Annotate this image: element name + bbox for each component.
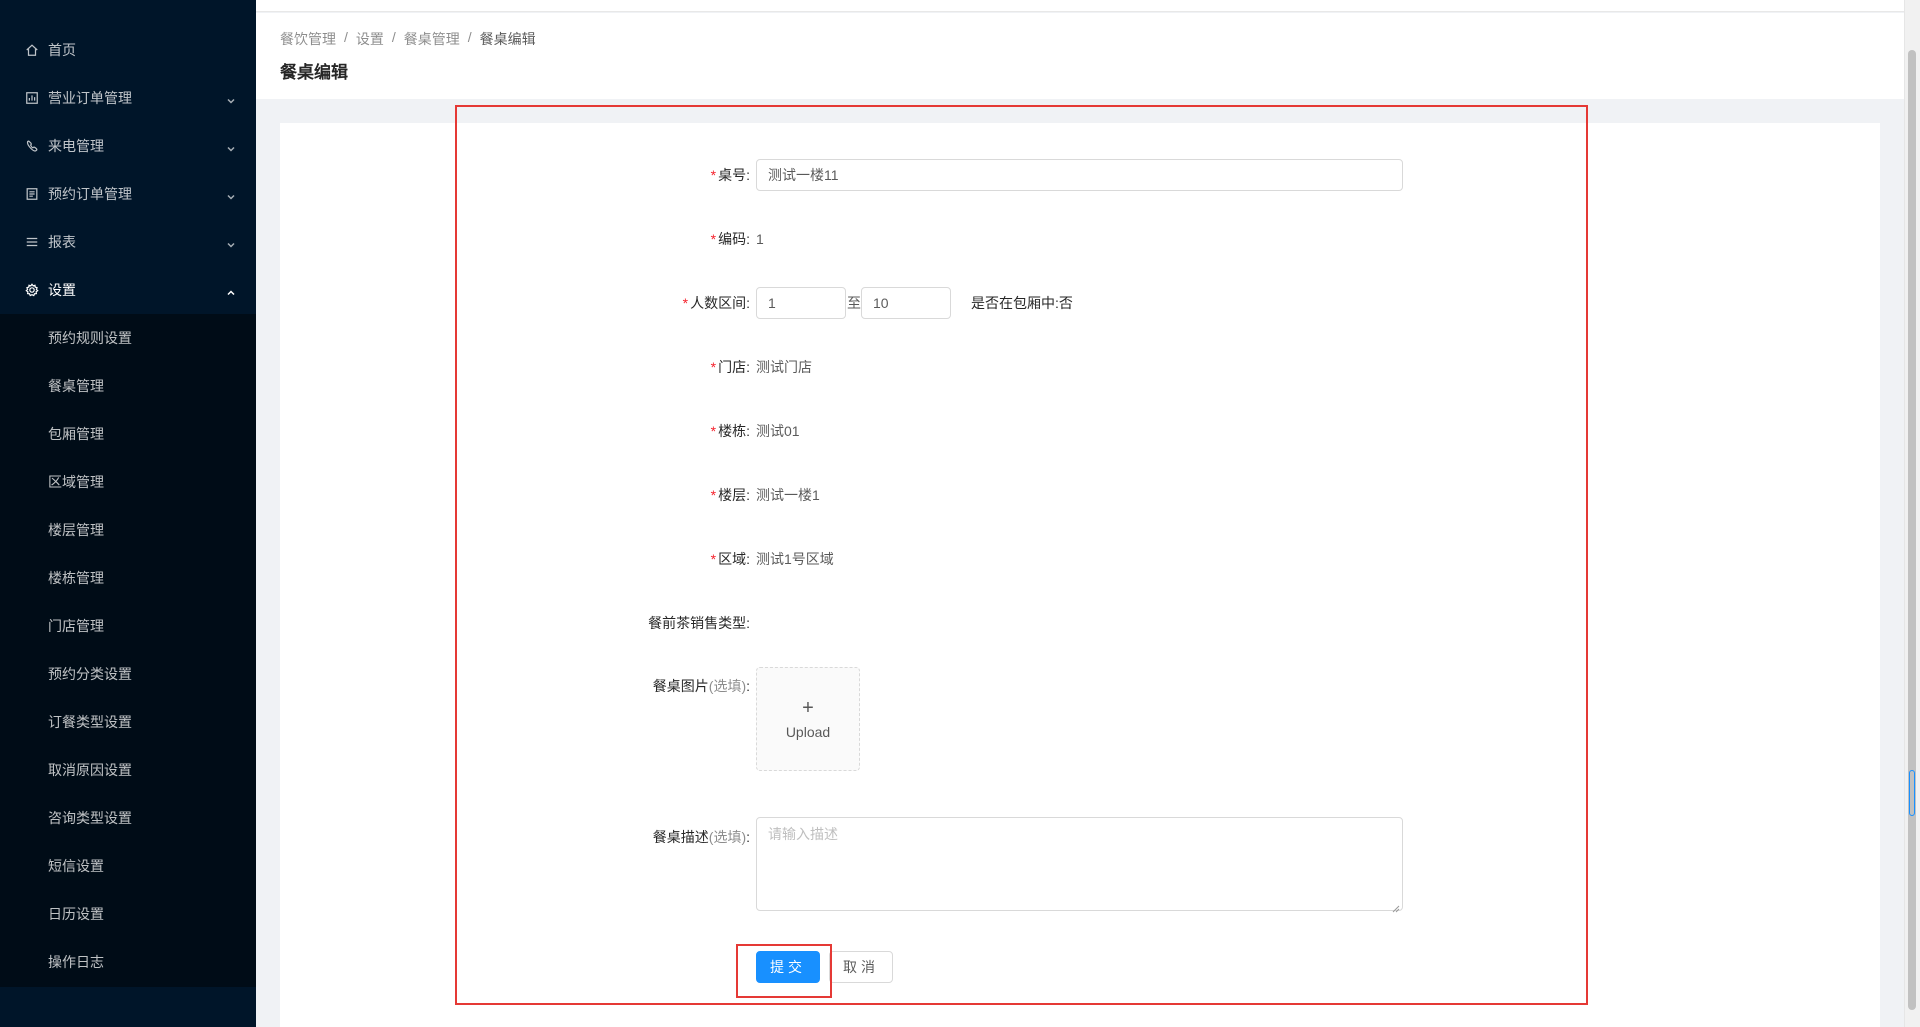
sidebar-item-calls[interactable]: 来电管理 xyxy=(0,122,256,170)
menu-icon xyxy=(24,234,40,250)
sidebar-item-label: 首页 xyxy=(48,42,76,58)
sidebar-subitem-tables[interactable]: 餐桌管理 xyxy=(0,362,256,410)
chevron-down-icon xyxy=(226,237,236,248)
sidebar-subitem-private-rooms[interactable]: 包厢管理 xyxy=(0,410,256,458)
chart-icon xyxy=(24,90,40,106)
sidebar-item-reservations[interactable]: 预约订单管理 xyxy=(0,170,256,218)
home-icon xyxy=(24,42,40,58)
sidebar-item-home[interactable]: 首页 xyxy=(0,26,256,74)
page-title: 餐桌编辑 xyxy=(280,63,348,82)
breadcrumb-item[interactable]: 餐饮管理 xyxy=(280,29,336,49)
breadcrumb-item[interactable]: 设置 xyxy=(356,29,384,49)
sidebar-subitem-buildings[interactable]: 楼栋管理 xyxy=(0,554,256,602)
sidebar-subitem-order-types[interactable]: 订餐类型设置 xyxy=(0,698,256,746)
sidebar-item-settings[interactable]: 设置 xyxy=(0,266,256,314)
breadcrumb: 餐饮管理 / 设置 / 餐桌管理 / 餐桌编辑 xyxy=(280,29,536,49)
sidebar-subitem-cancel-reasons[interactable]: 取消原因设置 xyxy=(0,746,256,794)
breadcrumb-current: 餐桌编辑 xyxy=(479,31,536,47)
phone-icon xyxy=(24,138,40,154)
sidebar-item-reports[interactable]: 报表 xyxy=(0,218,256,266)
sidebar-subitem-reservation-categories[interactable]: 预约分类设置 xyxy=(0,650,256,698)
sidebar-item-label: 设置 xyxy=(48,282,76,298)
sidebar-subitem-floors[interactable]: 楼层管理 xyxy=(0,506,256,554)
sidebar-subitem-sms[interactable]: 短信设置 xyxy=(0,842,256,890)
annotation-highlight-submit xyxy=(736,944,832,998)
sidebar-subitem-areas[interactable]: 区域管理 xyxy=(0,458,256,506)
sidebar-item-label: 报表 xyxy=(48,234,76,250)
scrollbar-thumb[interactable] xyxy=(1908,50,1916,1010)
annotation-highlight-form xyxy=(455,105,1588,1005)
breadcrumb-separator: / xyxy=(467,29,472,45)
page-header: 餐饮管理 / 设置 / 餐桌管理 / 餐桌编辑 餐桌编辑 xyxy=(256,13,1904,99)
sidebar-item-label: 来电管理 xyxy=(48,138,104,154)
chevron-down-icon xyxy=(226,93,236,104)
sidebar-subitem-operation-log[interactable]: 操作日志 xyxy=(0,938,256,986)
chevron-up-icon xyxy=(226,285,236,296)
sidebar-subitem-reservation-rules[interactable]: 预约规则设置 xyxy=(0,314,256,362)
top-header xyxy=(256,0,1920,12)
sidebar-item-business-orders[interactable]: 营业订单管理 xyxy=(0,74,256,122)
sidebar-subitem-calendar[interactable]: 日历设置 xyxy=(0,890,256,938)
sidebar-subitem-stores[interactable]: 门店管理 xyxy=(0,602,256,650)
chevron-down-icon xyxy=(226,189,236,200)
breadcrumb-item[interactable]: 餐桌管理 xyxy=(404,29,460,49)
breadcrumb-separator: / xyxy=(344,29,348,45)
gear-icon xyxy=(24,282,40,298)
sidebar-subitem-inquiry-types[interactable]: 咨询类型设置 xyxy=(0,794,256,842)
sidebar: 首页 营业订单管理 来电管理 预约订单管理 报表 设置 预约规则设置 餐桌管理 … xyxy=(0,0,256,1027)
scrollbar-indicator xyxy=(1909,770,1915,816)
chevron-down-icon xyxy=(226,141,236,152)
sidebar-item-label: 营业订单管理 xyxy=(48,90,132,106)
list-icon xyxy=(24,186,40,202)
sidebar-item-label: 预约订单管理 xyxy=(48,186,132,202)
breadcrumb-separator: / xyxy=(391,29,396,45)
